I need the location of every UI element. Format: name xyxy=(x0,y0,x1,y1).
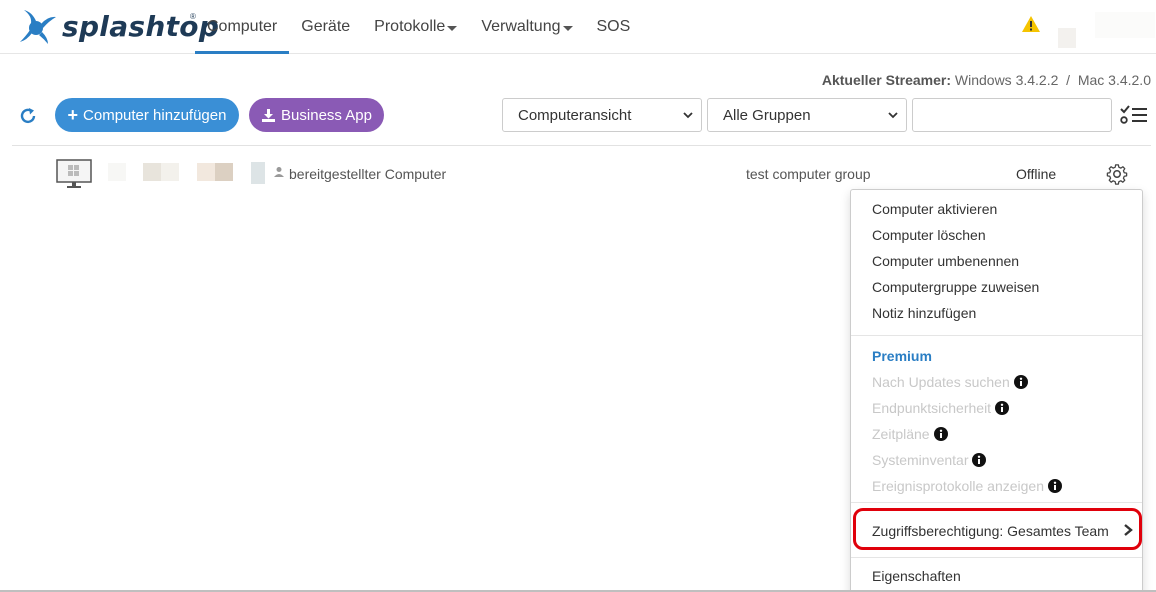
menu-item-label: Computer löschen xyxy=(872,227,986,243)
streamer-label: Aktueller Streamer: xyxy=(821,72,951,88)
premium-label: Premium xyxy=(872,348,932,364)
computer-view-value: Computeransicht xyxy=(518,106,632,124)
nav-computer-label: Computer xyxy=(207,18,278,35)
redacted-computer-name xyxy=(215,163,233,181)
menu-item-assign-group[interactable]: Computergruppe zuweisen xyxy=(872,279,1039,295)
menu-item-access-permission[interactable]: Zugriffsberechtigung: Gesamtes Team xyxy=(872,523,1109,539)
main-nav: Computer Geräte Protokolle Verwaltung SO… xyxy=(195,0,642,54)
menu-item-schedules: Zeitpläne xyxy=(872,426,948,442)
info-icon[interactable] xyxy=(995,401,1010,415)
computer-name[interactable]: bereitgestellter Computer xyxy=(289,166,446,182)
redacted-user-area xyxy=(1058,28,1076,48)
redacted-computer-name xyxy=(143,163,161,181)
menu-item-add-note[interactable]: Notiz hinzufügen xyxy=(872,305,976,321)
redacted-computer-name xyxy=(161,163,179,181)
search-input[interactable] xyxy=(912,98,1112,132)
menu-item-label: Systeminventar xyxy=(872,452,969,468)
nav-sos-label: SOS xyxy=(596,18,631,35)
plus-icon: + xyxy=(67,105,79,125)
menu-item-label: Computergruppe zuweisen xyxy=(872,279,1040,295)
nav-protokolle[interactable]: Protokolle xyxy=(362,0,469,54)
menu-item-label: Eigenschaften xyxy=(872,568,961,584)
computer-group: test computer group xyxy=(746,166,871,182)
menu-divider xyxy=(851,557,1142,558)
add-computer-button[interactable]: + Computer hinzufügen xyxy=(55,98,239,132)
nav-geraete-label: Geräte xyxy=(301,18,351,35)
caret-down-icon xyxy=(562,25,573,31)
premium-heading: Premium xyxy=(872,348,932,364)
menu-item-label: Endpunktsicherheit xyxy=(872,400,992,416)
redacted-computer-name xyxy=(108,163,126,181)
nav-geraete[interactable]: Geräte xyxy=(289,0,362,54)
info-icon[interactable] xyxy=(1013,375,1028,389)
menu-item-activate-computer[interactable]: Computer aktivieren xyxy=(872,201,997,217)
redacted-computer-name xyxy=(197,163,215,181)
menu-item-label: Computer aktivieren xyxy=(872,201,998,217)
menu-item-delete-computer[interactable]: Computer löschen xyxy=(872,227,986,243)
menu-item-check-updates: Nach Updates suchen xyxy=(872,374,1028,390)
top-navbar: splashtop ® Computer Geräte Protokolle V… xyxy=(0,0,1156,54)
info-icon[interactable] xyxy=(972,453,987,467)
info-icon[interactable] xyxy=(933,427,948,441)
current-streamer-info: Aktueller Streamer: Windows 3.4.2.2 / Ma… xyxy=(822,72,1151,88)
chevron-down-icon xyxy=(888,112,898,119)
nav-computer[interactable]: Computer xyxy=(195,0,290,54)
download-icon xyxy=(262,108,276,122)
splashtop-logo-icon xyxy=(20,10,56,44)
menu-item-endpoint-security: Endpunktsicherheit xyxy=(872,400,1010,416)
redacted-user-area xyxy=(1095,12,1155,38)
windows-computer-icon xyxy=(56,159,92,188)
computer-group-select[interactable]: Alle Gruppen xyxy=(707,98,907,132)
menu-divider xyxy=(851,502,1142,503)
menu-item-label: Nach Updates suchen xyxy=(872,374,1010,390)
menu-item-label: Computer umbenennen xyxy=(872,253,1020,269)
computer-view-select[interactable]: Computeransicht xyxy=(502,98,702,132)
computer-action-menu: Computer aktivieren Computer löschen Com… xyxy=(850,189,1143,592)
nav-verwaltung[interactable]: Verwaltung xyxy=(469,0,584,54)
warning-triangle-icon[interactable] xyxy=(1021,15,1041,33)
nav-protokolle-label: Protokolle xyxy=(374,18,446,35)
redacted-computer-name xyxy=(251,162,265,184)
streamer-versions: Windows 3.4.2.2 / Mac 3.4.2.0 xyxy=(954,72,1151,88)
menu-divider xyxy=(851,335,1142,336)
chevron-down-icon xyxy=(683,112,693,119)
business-app-button[interactable]: Business App xyxy=(249,98,384,132)
gear-icon[interactable] xyxy=(1106,163,1128,185)
menu-item-label: Ereignisprotokolle anzeigen xyxy=(872,478,1044,494)
caret-down-icon xyxy=(447,25,458,31)
info-icon[interactable] xyxy=(1048,479,1062,493)
nav-verwaltung-label: Verwaltung xyxy=(481,18,561,35)
add-computer-label: Computer hinzufügen xyxy=(83,106,227,124)
menu-item-label: Zeitpläne xyxy=(872,426,930,442)
business-app-label: Business App xyxy=(281,106,372,124)
status-badge: Offline xyxy=(1016,166,1057,182)
nav-sos[interactable]: SOS xyxy=(585,0,643,54)
menu-item-event-logs: Ereignisprotokolle anzeigen xyxy=(872,478,1062,494)
column-settings-icon[interactable] xyxy=(1119,104,1149,126)
menu-item-rename-computer[interactable]: Computer umbenennen xyxy=(872,253,1019,269)
computer-group-value: Alle Gruppen xyxy=(723,106,811,124)
menu-item-properties[interactable]: Eigenschaften xyxy=(872,568,961,584)
toolbar-divider xyxy=(12,145,1151,146)
menu-item-label: Notiz hinzufügen xyxy=(872,305,977,321)
chevron-right-icon xyxy=(1124,524,1133,536)
user-icon xyxy=(274,167,284,177)
menu-item-system-inventory: Systeminventar xyxy=(872,452,987,468)
refresh-icon[interactable] xyxy=(18,106,38,126)
menu-item-label: Zugriffsberechtigung: Gesamtes Team xyxy=(872,523,1109,539)
splashtop-logo[interactable]: splashtop ® xyxy=(18,8,219,44)
